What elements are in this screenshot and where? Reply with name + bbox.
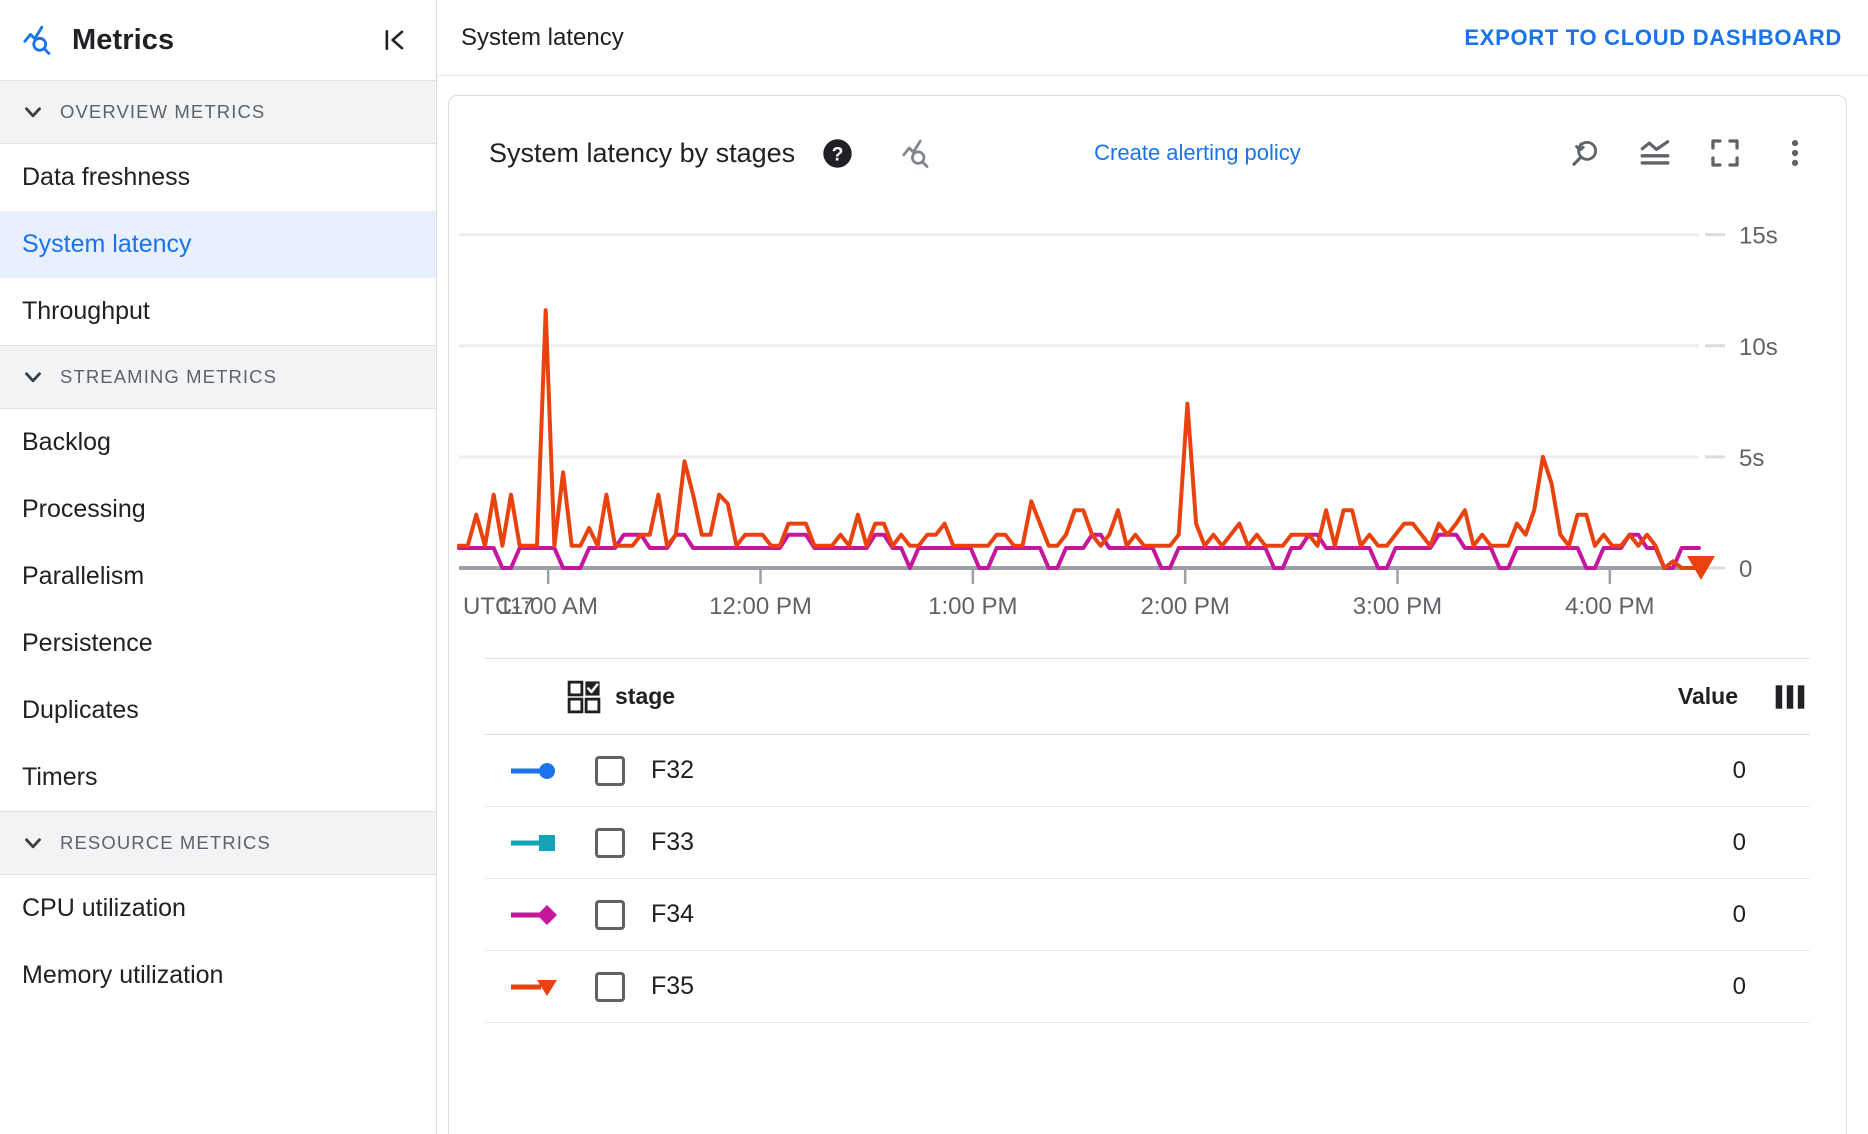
select-all-checkbox-icon[interactable] [567, 680, 601, 714]
sidebar-item-duplicates[interactable]: Duplicates [0, 677, 436, 744]
main-header: System latency Export to cloud dashboard [437, 0, 1868, 76]
legend-row-f35[interactable]: F35 0 [485, 951, 1810, 1023]
chart-toolbar [1568, 136, 1812, 170]
sidebar-item-label: Timers [22, 763, 97, 792]
collapse-panel-icon[interactable] [378, 23, 412, 57]
legend-checkbox-f34[interactable] [595, 900, 625, 930]
sidebar-section-label: STREAMING METRICS [60, 366, 277, 388]
sidebar-section-label: RESOURCE METRICS [60, 832, 271, 854]
fullscreen-icon[interactable] [1708, 136, 1742, 170]
page-title: Metrics [72, 24, 378, 57]
chart-style-icon[interactable] [1638, 136, 1672, 170]
latency-chart-card: System latency by stages ? Create alerti… [448, 95, 1847, 1134]
sidebar-item-memory-utilization[interactable]: Memory utilization [0, 942, 436, 1009]
series-legend-table: stage Value F32 [485, 658, 1810, 1023]
svg-text:?: ? [832, 143, 844, 165]
svg-text:5s: 5s [1739, 445, 1764, 472]
metrics-explorer-icon[interactable] [901, 137, 934, 170]
sidebar-item-label: Data freshness [22, 163, 190, 192]
sidebar-section-streaming-metrics[interactable]: STREAMING METRICS [0, 345, 436, 409]
sidebar-item-timers[interactable]: Timers [0, 744, 436, 811]
legend-value-f32: 0 [1733, 757, 1746, 785]
chart-plot-area[interactable]: 05s10s15sUTC-711:00 AM12:00 PM1:00 PM2:0… [449, 188, 1849, 658]
sidebar-item-label: Parallelism [22, 562, 144, 591]
main-panel: System latency Export to cloud dashboard… [437, 0, 1868, 1134]
export-to-cloud-dashboard-button[interactable]: Export to cloud dashboard [1464, 25, 1842, 51]
legend-checkbox-f32[interactable] [595, 756, 625, 786]
sidebar-item-label: Duplicates [22, 696, 139, 725]
sidebar-item-label: Throughput [22, 297, 150, 326]
help-circle-icon[interactable]: ? [822, 138, 853, 169]
legend-checkbox-f33[interactable] [595, 828, 625, 858]
series-color-circle-icon [509, 758, 565, 784]
main-title: System latency [461, 24, 624, 52]
sidebar-item-backlog[interactable]: Backlog [0, 409, 436, 476]
sidebar-item-parallelism[interactable]: Parallelism [0, 543, 436, 610]
chart-card-header: System latency by stages ? Create alerti… [449, 96, 1846, 182]
chevron-down-icon [20, 99, 46, 125]
sidebar-item-system-latency[interactable]: System latency [0, 211, 436, 278]
series-color-triangle-icon [509, 974, 565, 1000]
more-options-icon[interactable] [1778, 136, 1812, 170]
legend-header-row: stage Value [485, 659, 1810, 735]
legend-row-f33[interactable]: F33 0 [485, 807, 1810, 879]
sidebar-item-label: Memory utilization [22, 961, 223, 990]
legend-label-f32: F32 [651, 756, 694, 785]
svg-text:15s: 15s [1739, 223, 1778, 250]
svg-text:1:00 PM: 1:00 PM [928, 593, 1017, 620]
svg-text:3:00 PM: 3:00 PM [1353, 593, 1442, 620]
sidebar-header: Metrics [0, 0, 436, 80]
svg-text:4:00 PM: 4:00 PM [1565, 593, 1654, 620]
metrics-sidebar: Metrics OVERVIEW METRICS Data freshness … [0, 0, 437, 1134]
svg-text:10s: 10s [1739, 334, 1778, 361]
metrics-page: Metrics OVERVIEW METRICS Data freshness … [0, 0, 1868, 1134]
legend-label-f35: F35 [651, 972, 694, 1001]
sidebar-item-label: Backlog [22, 428, 111, 457]
sidebar-item-persistence[interactable]: Persistence [0, 610, 436, 677]
legend-value-f34: 0 [1733, 901, 1746, 929]
series-color-square-icon [509, 830, 565, 856]
svg-text:2:00 PM: 2:00 PM [1140, 593, 1229, 620]
legend-value-f35: 0 [1733, 973, 1746, 1001]
sidebar-item-cpu-utilization[interactable]: CPU utilization [0, 875, 436, 942]
svg-text:11:00 AM: 11:00 AM [498, 593, 598, 620]
sidebar-item-label: Processing [22, 495, 146, 524]
legend-value-f33: 0 [1733, 829, 1746, 857]
reset-zoom-icon[interactable] [1568, 136, 1602, 170]
sidebar-section-label: OVERVIEW METRICS [60, 101, 265, 123]
legend-value-column-header[interactable]: Value [1678, 683, 1738, 710]
legend-stage-column-header[interactable]: stage [615, 683, 675, 710]
legend-checkbox-f35[interactable] [595, 972, 625, 1002]
sidebar-item-label: CPU utilization [22, 894, 186, 923]
sidebar-section-overview-metrics[interactable]: OVERVIEW METRICS [0, 80, 436, 144]
legend-row-f32[interactable]: F32 0 [485, 735, 1810, 807]
chart-title: System latency by stages [489, 138, 795, 169]
latency-chart[interactable]: 05s10s15sUTC-711:00 AM12:00 PM1:00 PM2:0… [449, 188, 1846, 658]
chevron-down-icon [20, 830, 46, 856]
sidebar-item-processing[interactable]: Processing [0, 476, 436, 543]
chevron-down-icon [20, 364, 46, 390]
column-settings-icon[interactable] [1774, 684, 1806, 710]
sidebar-item-throughput[interactable]: Throughput [0, 278, 436, 345]
legend-label-f34: F34 [651, 900, 694, 929]
metrics-chart-search-icon [22, 23, 56, 57]
sidebar-item-label: System latency [22, 230, 192, 259]
sidebar-item-label: Persistence [22, 629, 153, 658]
sidebar-section-resource-metrics[interactable]: RESOURCE METRICS [0, 811, 436, 875]
legend-label-f33: F33 [651, 828, 694, 857]
legend-row-f34[interactable]: F34 0 [485, 879, 1810, 951]
svg-text:0: 0 [1739, 556, 1752, 583]
series-color-diamond-icon [509, 902, 565, 928]
svg-text:12:00 PM: 12:00 PM [709, 593, 812, 620]
sidebar-item-data-freshness[interactable]: Data freshness [0, 144, 436, 211]
create-alerting-policy-button[interactable]: Create alerting policy [1094, 140, 1301, 166]
